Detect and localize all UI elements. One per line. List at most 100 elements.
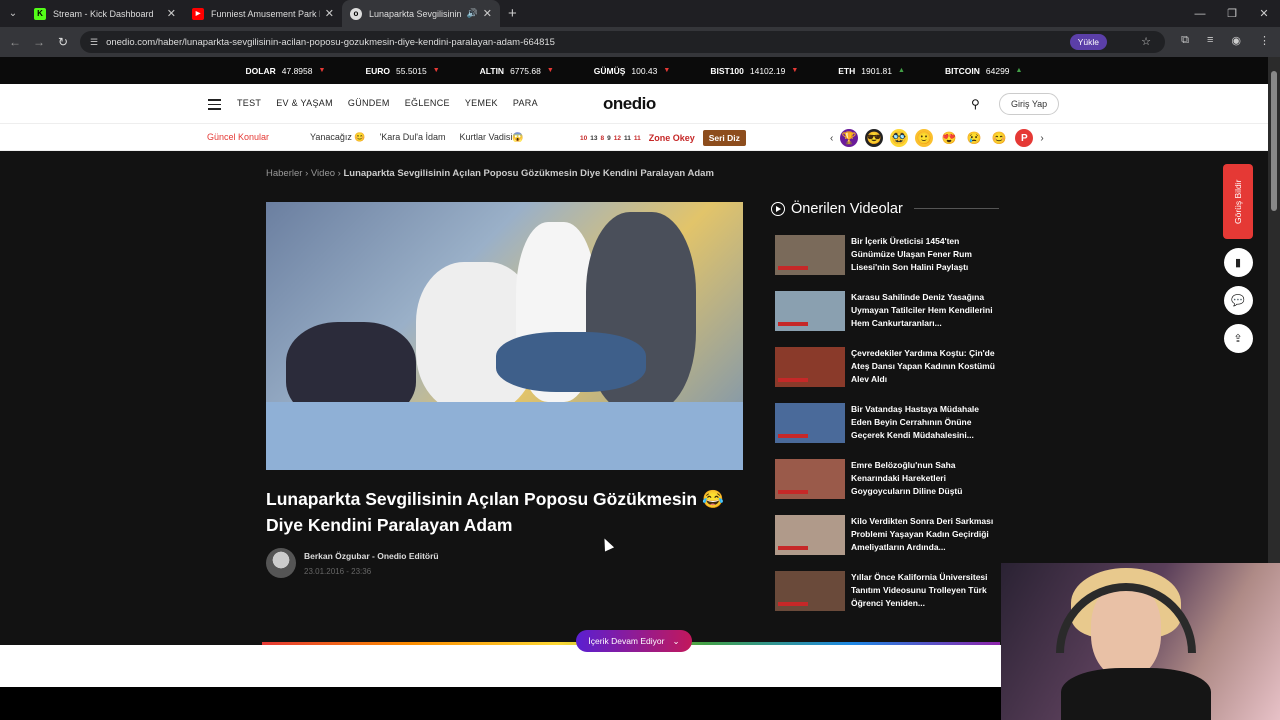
ticker-name: BITCOIN — [944, 65, 980, 76]
ticker-value: 100.43 — [631, 65, 658, 76]
close-tab-icon[interactable]: ✕ — [325, 7, 334, 20]
emoji-reaction[interactable]: 🏆 — [840, 129, 859, 147]
seri-diz-button[interactable]: Seri Diz — [702, 130, 746, 146]
tab-kick-dashboard[interactable]: K Stream - Kick Dashboard ✕ — [26, 0, 184, 27]
breadcrumb-link[interactable]: Haberler — [266, 168, 302, 179]
recommended-item[interactable]: Yıllar Önce Kalifornia Üniversitesi Tanı… — [775, 571, 1000, 627]
scrollbar-thumb[interactable] — [1271, 71, 1277, 211]
zone-okey-promo[interactable]: 10 13 8 9 12 11 11 Zone Okey Seri Diz — [580, 130, 746, 146]
topic-link[interactable]: Yanacağız 😊 — [310, 132, 366, 143]
recommended-item[interactable]: Emre Belözoğlu'nun Saha Kenarındaki Hare… — [775, 459, 1000, 515]
recommended-title[interactable]: Yıllar Önce Kalifornia Üniversitesi Tanı… — [851, 571, 1000, 627]
recommended-item[interactable]: Çevredekiler Yardıma Koştu: Çin'de Ateş … — [775, 347, 1000, 403]
media-control-icon[interactable]: ≡ — [1207, 34, 1213, 47]
recommended-heading: Önerilen Videolar — [771, 201, 903, 217]
tab-onedio[interactable]: o Lunaparkta Sevgilisinin Açıl 🔊 ✕ — [342, 0, 500, 27]
url-text[interactable]: onedio.com/haber/lunaparkta-sevgilisinin… — [106, 37, 555, 48]
chevron-right-icon[interactable]: › — [1040, 133, 1043, 144]
recommended-title[interactable]: Karasu Sahilinde Deniz Yasağına Uymayan … — [851, 291, 1000, 347]
tab-youtube[interactable]: ▶ Funniest Amusement Park Fails ✕ — [184, 0, 342, 27]
login-button[interactable]: Giriş Yap — [999, 93, 1060, 115]
down-arrow-icon: ▼ — [663, 67, 671, 74]
recommended-item[interactable]: Bir Vatandaş Hastaya Müdahale Eden Beyin… — [775, 403, 1000, 459]
ticker-value: 55.5015 — [396, 65, 427, 76]
nav-item-yemek[interactable]: YEMEK — [465, 98, 498, 108]
publish-date: 23.01.2016 - 23:36 — [304, 566, 372, 576]
video-thumbnail[interactable] — [775, 515, 845, 555]
update-button[interactable]: Yükle — [1069, 34, 1107, 50]
okey-tile: 9 — [607, 134, 611, 142]
forward-icon[interactable]: → — [27, 35, 51, 49]
ticker-name: EURO — [365, 65, 390, 76]
close-tab-icon[interactable]: ✕ — [483, 7, 492, 20]
menu-icon[interactable]: ⋮ — [1259, 34, 1270, 47]
emoji-reaction[interactable]: 🙂 — [915, 129, 934, 147]
recommended-title[interactable]: Bir İçerik Üreticisi 1454'ten Günümüze U… — [851, 235, 1000, 291]
author-name[interactable]: Berkan Özgubar - Onedio Editörü — [304, 551, 439, 561]
nav-item-eglence[interactable]: EĞLENCE — [405, 98, 450, 108]
webcam-overlay — [1001, 563, 1280, 720]
emoji-reaction[interactable]: 😎 — [865, 129, 884, 147]
recommended-item[interactable]: Bir İçerik Üreticisi 1454'ten Günümüze U… — [775, 235, 1000, 291]
video-thumbnail[interactable] — [775, 291, 845, 331]
emoji-reaction[interactable]: P — [1015, 129, 1034, 147]
okey-tile: 12 — [613, 134, 621, 142]
search-icon[interactable]: ⚲ — [971, 97, 980, 111]
bookmark-star-icon[interactable]: ☆ — [1141, 35, 1151, 48]
okey-numbers: 10 13 8 9 12 11 11 — [580, 135, 641, 142]
ticker-item: DOLAR 47.8958 ▼ — [246, 66, 326, 76]
speaker-icon[interactable]: 🔊 — [467, 8, 478, 19]
recommended-title[interactable]: Çevredekiler Yardıma Koştu: Çin'de Ateş … — [851, 347, 1000, 403]
reload-icon[interactable]: ↻ — [51, 35, 75, 49]
topic-link[interactable]: 'Kara Dul'a İdam — [380, 132, 446, 143]
chevron-left-icon[interactable]: ‹ — [830, 133, 833, 144]
recommended-title[interactable]: Emre Belözoğlu'nun Saha Kenarındaki Hare… — [851, 459, 1000, 515]
address-bar[interactable]: ☰ onedio.com/haber/lunaparkta-sevgilisin… — [80, 31, 1165, 53]
continue-reading-button[interactable]: İçerik Devam Ediyor ⌄ — [576, 630, 692, 652]
emoji-reaction[interactable]: 😢 — [965, 129, 983, 147]
recommended-item[interactable]: Kilo Verdikten Sonra Deri Sarkması Probl… — [775, 515, 1000, 571]
site-info-icon[interactable]: ☰ — [90, 37, 98, 48]
restore-icon[interactable]: ❐ — [1216, 0, 1248, 27]
down-arrow-icon: ▼ — [791, 67, 799, 74]
recommended-heading-text: Önerilen Videolar — [791, 201, 903, 217]
market-ticker: DOLAR 47.8958 ▼ EURO 55.5015 ▼ ALTIN 6775.68 ▼… — [0, 57, 1268, 84]
bookmark-icon[interactable]: ▮ — [1223, 248, 1253, 277]
nav-item-test[interactable]: TEST — [237, 98, 261, 108]
video-thumbnail[interactable] — [775, 459, 845, 499]
recommended-title[interactable]: Bir Vatandaş Hastaya Müdahale Eden Beyin… — [851, 403, 1000, 459]
video-thumbnail[interactable] — [775, 571, 845, 611]
article-title: Lunaparkta Sevgilisinin Açılan Poposu Gö… — [266, 489, 724, 535]
video-player[interactable] — [266, 202, 743, 470]
video-thumbnail[interactable] — [775, 403, 845, 443]
nav-item-ev-yasam[interactable]: EV & YAŞAM — [276, 98, 333, 108]
share-icon[interactable]: ⇪ — [1223, 324, 1253, 353]
hamburger-menu-icon[interactable] — [208, 99, 221, 110]
recommended-item[interactable]: Karasu Sahilinde Deniz Yasağına Uymayan … — [775, 291, 1000, 347]
close-tab-icon[interactable]: ✕ — [167, 7, 176, 20]
emoji-reaction[interactable]: 😍 — [940, 129, 958, 147]
feedback-button[interactable]: Görüş Bildir — [1223, 164, 1253, 239]
breadcrumb-link[interactable]: Video — [311, 168, 335, 179]
profile-icon[interactable]: ◉ — [1231, 34, 1241, 47]
emoji-reaction[interactable]: 😊 — [990, 129, 1008, 147]
topic-link[interactable]: Kurtlar Vadisi😱 — [460, 132, 524, 143]
close-window-icon[interactable]: ✕ — [1248, 0, 1280, 27]
avatar[interactable] — [266, 548, 296, 578]
okey-tile: 8 — [600, 134, 605, 142]
back-icon[interactable]: ← — [3, 35, 27, 49]
tab-search-icon[interactable]: ⌄ — [0, 0, 26, 27]
minimize-icon[interactable]: — — [1184, 0, 1216, 27]
extensions-icon[interactable]: ⧉ — [1181, 34, 1189, 47]
nav-item-gundem[interactable]: GÜNDEM — [348, 98, 390, 108]
comments-icon[interactable]: 💬 — [1223, 286, 1253, 315]
ticker-name: GÜMÜŞ — [593, 65, 626, 76]
new-tab-icon[interactable]: + — [508, 0, 517, 27]
site-logo[interactable]: onedio — [603, 94, 656, 114]
webcam-person-body — [1061, 668, 1211, 720]
emoji-reaction[interactable]: 🥸 — [890, 129, 909, 147]
nav-item-para[interactable]: PARA — [513, 98, 538, 108]
video-thumbnail[interactable] — [775, 235, 845, 275]
video-thumbnail[interactable] — [775, 347, 845, 387]
recommended-title[interactable]: Kilo Verdikten Sonra Deri Sarkması Probl… — [851, 515, 1000, 571]
